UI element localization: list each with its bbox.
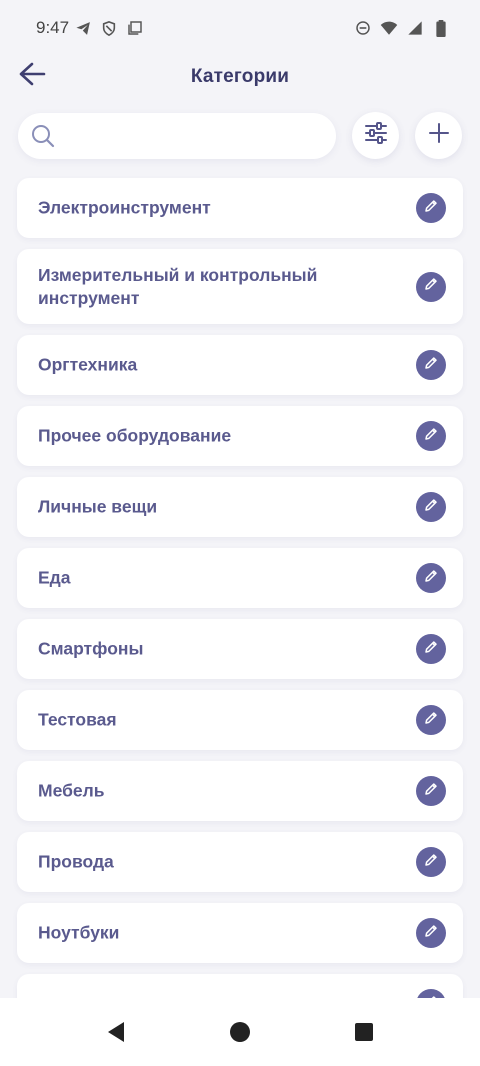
- edit-button[interactable]: [416, 271, 446, 302]
- nav-home-button[interactable]: [228, 1021, 252, 1048]
- category-item[interactable]: Мебель: [17, 761, 463, 821]
- pencil-icon: [423, 426, 439, 447]
- category-item[interactable]: Измерительный и контрольный инструмент: [17, 249, 463, 324]
- category-item[interactable]: Смартфоны: [17, 619, 463, 679]
- pencil-icon: [423, 781, 439, 802]
- sliders-icon: [364, 122, 388, 149]
- pencil-icon: [423, 276, 439, 297]
- status-left-icons: [74, 19, 144, 37]
- edit-button[interactable]: [416, 350, 446, 380]
- wifi-icon: [380, 19, 398, 37]
- category-label: Еда: [38, 567, 71, 588]
- category-item[interactable]: Прочее оборудование: [17, 406, 463, 466]
- pencil-icon: [423, 710, 439, 731]
- category-item[interactable]: Тестовая: [17, 690, 463, 750]
- category-label: Электроинструмент: [38, 197, 211, 218]
- category-item[interactable]: Провода: [17, 832, 463, 892]
- category-item[interactable]: Электроинструмент: [17, 178, 463, 238]
- search-icon: [30, 123, 56, 149]
- category-label: Личные вещи: [38, 496, 158, 517]
- category-item[interactable]: Ноутбуки: [17, 903, 463, 963]
- edit-button[interactable]: [416, 776, 446, 806]
- status-time: 9:47: [36, 18, 70, 37]
- pencil-icon: [423, 355, 439, 376]
- nav-back-button[interactable]: [104, 1021, 128, 1048]
- screenshot-icon: [126, 19, 144, 37]
- edit-button[interactable]: [416, 563, 446, 593]
- pencil-icon: [423, 639, 439, 660]
- header: Категории: [0, 56, 480, 106]
- edit-button[interactable]: [416, 634, 446, 664]
- category-label: Смартфоны: [38, 638, 144, 659]
- circle-home-icon: [229, 1021, 251, 1048]
- status-right-icons: [354, 19, 450, 37]
- filter-button[interactable]: [352, 112, 399, 159]
- search-input[interactable]: [62, 115, 320, 157]
- category-label: Тестовая: [38, 709, 117, 730]
- page-title: Категории: [190, 66, 290, 87]
- telegram-icon: [74, 19, 92, 37]
- edit-button[interactable]: [416, 492, 446, 522]
- edit-button[interactable]: [416, 421, 446, 451]
- add-button[interactable]: [415, 112, 462, 159]
- category-item[interactable]: Личные вещи: [17, 477, 463, 537]
- edit-button[interactable]: [416, 918, 446, 948]
- battery-icon: [432, 19, 450, 37]
- category-label: Мебель: [38, 780, 105, 801]
- pencil-icon: [423, 497, 439, 518]
- edit-button[interactable]: [416, 847, 446, 877]
- search-box[interactable]: [18, 113, 336, 159]
- pencil-icon: [423, 568, 439, 589]
- category-label: Оргтехника: [38, 354, 138, 375]
- do-not-disturb-icon: [354, 19, 372, 37]
- pencil-icon: [423, 852, 439, 873]
- square-recents-icon: [354, 1022, 374, 1047]
- category-label: Прочее оборудование: [38, 425, 232, 446]
- status-bar: 9:47: [0, 0, 480, 56]
- pencil-icon: [423, 923, 439, 944]
- pencil-icon: [423, 198, 439, 219]
- category-label: Измерительный и контрольный инструмент: [38, 264, 318, 308]
- category-item[interactable]: Еда: [17, 548, 463, 608]
- plus-icon: [428, 123, 449, 148]
- nav-recents-button[interactable]: [352, 1022, 376, 1046]
- edit-button[interactable]: [416, 705, 446, 735]
- signal-icon: [406, 19, 424, 37]
- triangle-back-icon: [106, 1021, 126, 1048]
- category-label: Провода: [38, 851, 114, 872]
- category-label: Ноутбуки: [38, 922, 120, 943]
- category-item[interactable]: Оргтехника: [17, 335, 463, 395]
- navigation-bar: [0, 998, 480, 1066]
- edit-button[interactable]: [416, 193, 446, 223]
- vpn-shield-icon: [100, 19, 118, 37]
